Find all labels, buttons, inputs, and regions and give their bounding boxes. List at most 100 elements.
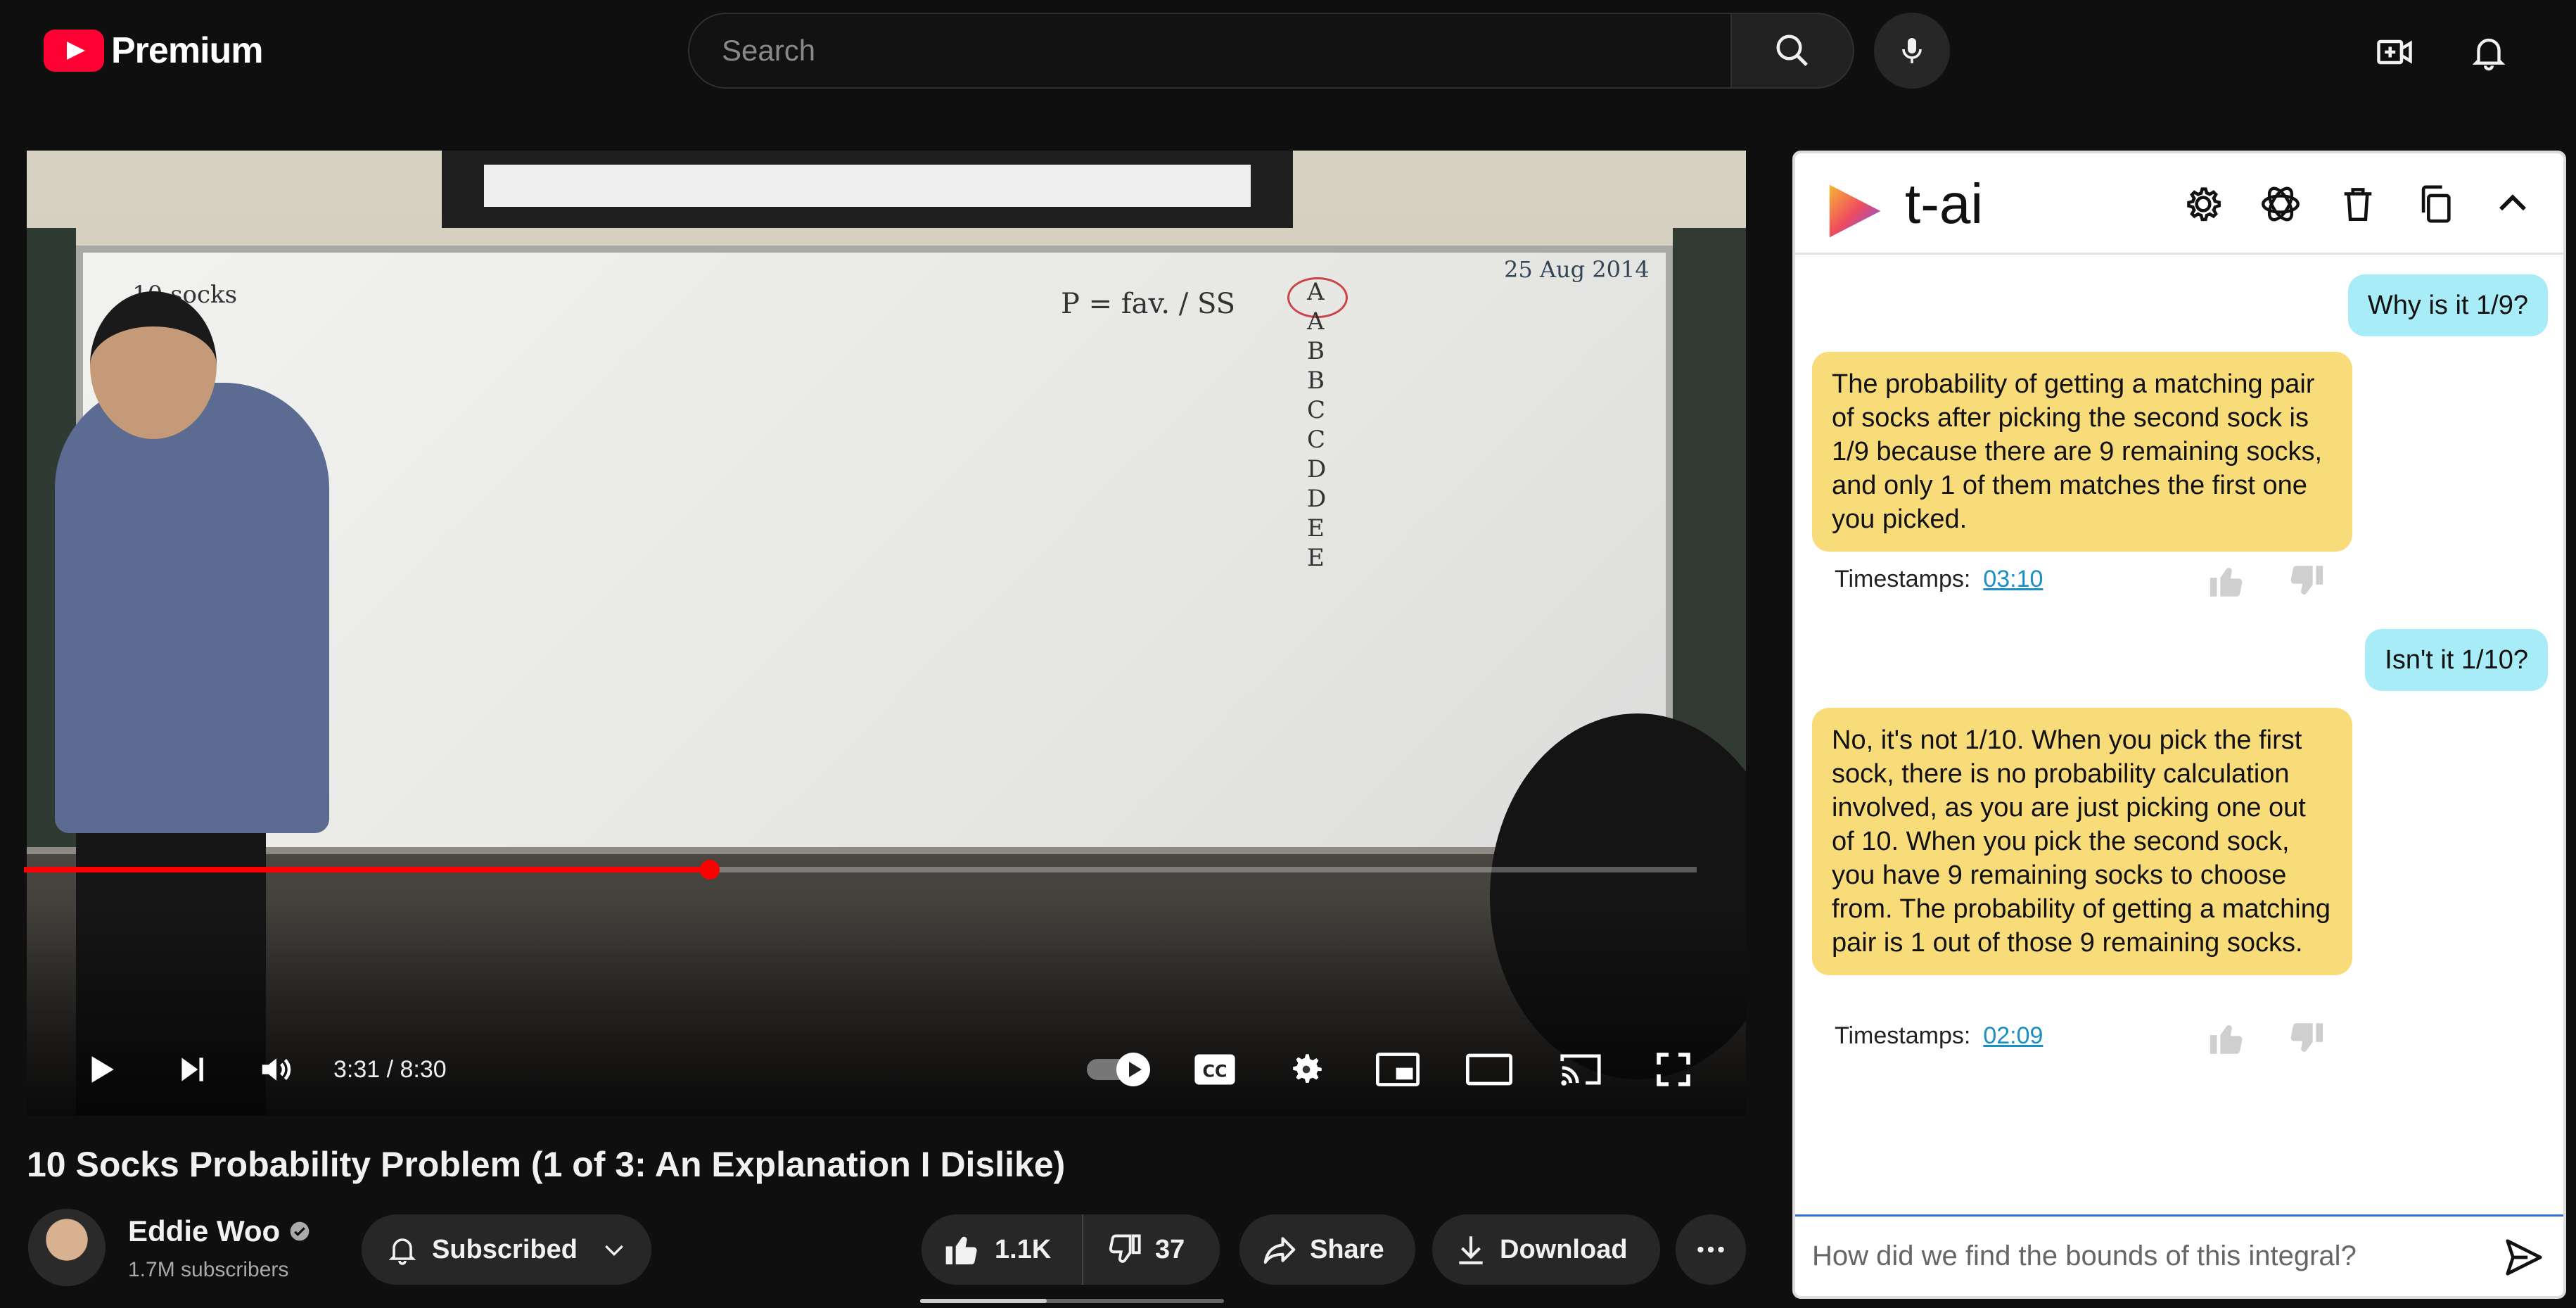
chat-input-area (1795, 1214, 2563, 1296)
cast-button[interactable] (1542, 1034, 1619, 1105)
chat-input[interactable] (1795, 1240, 2428, 1272)
subscribed-button[interactable]: Subscribed (362, 1214, 651, 1285)
thumbs-down-icon (2290, 566, 2323, 595)
youtube-logo-icon (44, 30, 104, 72)
timestamps-label: Timestamps: (1835, 566, 1971, 592)
thumbs-up-icon (2210, 568, 2243, 597)
download-button[interactable]: Download (1432, 1214, 1660, 1285)
share-icon (1263, 1237, 1296, 1264)
create-button[interactable] (2361, 18, 2428, 86)
thumbs-down-icon (2290, 1023, 2323, 1052)
search-input[interactable] (689, 34, 1730, 68)
board-letter: D (1307, 455, 1327, 483)
tai-delete-button[interactable] (2330, 176, 2386, 232)
mic-icon (1902, 38, 1922, 63)
chat-message-user: Why is it 1/9? (2347, 274, 2548, 336)
time-display: 3:31 / 8:30 (333, 1056, 447, 1083)
feedback-thumbs-down-button[interactable] (2281, 556, 2331, 607)
share-button[interactable]: Share (1239, 1214, 1415, 1285)
send-icon (2506, 1239, 2542, 1276)
board-letter: E (1307, 514, 1325, 542)
chevron-down-icon (605, 1245, 623, 1257)
feedback-thumbs-up-button[interactable] (2202, 556, 2252, 607)
tai-header: t-ai (1795, 153, 2563, 255)
fullscreen-button[interactable] (1635, 1034, 1712, 1105)
timestamp-link[interactable]: 02:09 (1983, 1022, 2043, 1050)
like-button[interactable]: 1.1K (922, 1214, 1083, 1285)
miniplayer-icon (1376, 1053, 1420, 1086)
video-title: 10 Socks Probability Problem (1 of 3: An… (27, 1145, 1066, 1184)
volume-button[interactable] (245, 1034, 308, 1105)
tai-copy-button[interactable] (2407, 176, 2463, 232)
board-letter: C (1307, 426, 1326, 454)
gear-icon (1293, 1054, 1322, 1083)
send-button[interactable] (2497, 1231, 2551, 1284)
video-frame-teacher (55, 383, 329, 833)
autoplay-toggle-icon (1087, 1053, 1150, 1086)
chevron-up-icon (2499, 194, 2526, 211)
copy-icon (2421, 185, 2451, 223)
voice-search-button[interactable] (1874, 13, 1950, 89)
board-letter: A (1307, 307, 1325, 336)
video-player[interactable]: 10 socks P = fav. / SS 25 Aug 2014 AABBC… (27, 151, 1746, 1116)
skip-next-icon (181, 1058, 203, 1081)
gear-icon (2187, 187, 2221, 222)
youtube-logo[interactable]: Premium (44, 28, 264, 73)
theater-mode-button[interactable] (1450, 1034, 1528, 1105)
bell-icon (388, 1238, 416, 1265)
board-letter: C (1307, 396, 1326, 424)
settings-button[interactable] (1268, 1034, 1345, 1105)
tai-settings-button[interactable] (2175, 176, 2231, 232)
board-date: 25 Aug 2014 (1504, 256, 1650, 283)
timestamps-label: Timestamps: (1835, 1022, 1971, 1049)
like-dislike-group: 1.1K 37 (922, 1214, 1220, 1285)
notifications-button[interactable] (2455, 18, 2523, 86)
feedback-thumbs-up-button[interactable] (2202, 1013, 2252, 1064)
create-video-icon (2377, 39, 2412, 65)
download-label: Download (1500, 1234, 1628, 1264)
fullscreen-icon (1657, 1053, 1690, 1086)
subscriber-count: 1.7M subscribers (128, 1258, 289, 1281)
autoplay-toggle[interactable] (1082, 1034, 1159, 1105)
premium-label: Premium (111, 30, 264, 71)
chat-message-bot: The probability of getting a matching pa… (1812, 352, 2352, 552)
video-frame-teacher (90, 291, 217, 439)
download-icon (1459, 1236, 1483, 1264)
search-button[interactable] (1732, 13, 1854, 89)
play-button[interactable] (69, 1034, 132, 1105)
progress-scrubber[interactable] (699, 860, 720, 880)
dislike-button[interactable]: 37 (1083, 1214, 1185, 1285)
thumbs-up-icon (2210, 1025, 2243, 1054)
openai-icon (2262, 186, 2300, 222)
chat-message-bot: No, it's not 1/10. When you pick the fir… (1812, 708, 2352, 975)
more-horizontal-icon (1697, 1246, 1724, 1253)
channel-name[interactable]: Eddie Woo (128, 1214, 311, 1248)
theater-mode-icon (1466, 1053, 1512, 1086)
more-actions-button[interactable] (1676, 1214, 1746, 1285)
timestamps-row: Timestamps: 03:10 (1835, 566, 2043, 593)
player-controls: 3:31 / 8:30 CC (27, 1034, 1746, 1105)
subscribed-label: Subscribed (432, 1234, 578, 1264)
channel-name-text: Eddie Woo (128, 1214, 281, 1247)
progress-bar[interactable] (24, 860, 1697, 880)
tai-logo-icon (1829, 184, 1881, 238)
trash-icon (2344, 188, 2372, 222)
like-count: 1.1K (995, 1234, 1052, 1264)
progress-bar-played (24, 867, 710, 872)
timestamp-link[interactable]: 03:10 (1983, 566, 2043, 593)
board-formula: P = fav. / SS (1061, 288, 1236, 320)
tai-collapse-button[interactable] (2485, 176, 2541, 232)
channel-avatar[interactable] (28, 1209, 106, 1286)
board-letter: B (1307, 337, 1325, 365)
tai-openai-button[interactable] (2252, 176, 2309, 232)
captions-button[interactable]: CC (1176, 1034, 1254, 1105)
board-letter: E (1307, 544, 1325, 572)
video-frame-projector-screen (442, 151, 1293, 228)
feedback-thumbs-down-button[interactable] (2281, 1013, 2331, 1064)
miniplayer-button[interactable] (1359, 1034, 1436, 1105)
thumbs-down-icon (1109, 1234, 1141, 1263)
board-letter: B (1307, 367, 1325, 395)
search-box[interactable] (688, 13, 1732, 89)
next-button[interactable] (160, 1034, 224, 1105)
board-letter: A (1307, 278, 1325, 306)
